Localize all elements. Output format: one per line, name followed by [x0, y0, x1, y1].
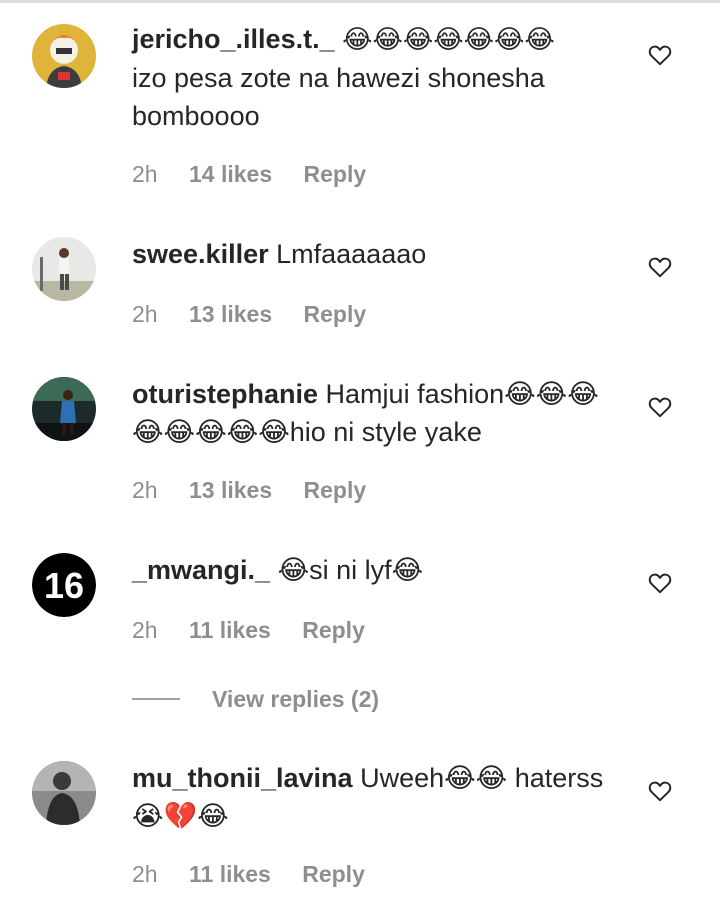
comment-time: 2h — [132, 301, 158, 327]
comment-text: _mwangi._ 😂si ni lyf😂 — [132, 551, 622, 589]
comment-body: _mwangi._ 😂si ni lyf😂 — [132, 551, 622, 589]
comment-message: 😂😂😂😂😂😂😂 — [342, 25, 555, 55]
avatar-number-text: 16 — [44, 565, 84, 606]
dark-photo-avatar-icon — [32, 377, 96, 441]
username-link[interactable]: swee.killer — [132, 239, 269, 269]
likes-count[interactable]: 13 likes — [189, 301, 272, 327]
username-link[interactable]: mu_thonii_lavina — [132, 763, 353, 793]
reply-button[interactable]: Reply — [302, 617, 365, 643]
comment-time: 2h — [132, 477, 158, 503]
cartoon-avatar-icon — [32, 24, 96, 88]
comment-body: swee.killer Lmfaaaaaao — [132, 235, 622, 273]
comment-text: oturistephanie Hamjui fashion😂😂😂😂😂😂😂😂hio… — [132, 375, 622, 451]
avatar[interactable] — [32, 237, 96, 301]
comment-time: 2h — [132, 161, 158, 187]
comment-meta: 2h 11 likes Reply — [132, 861, 365, 888]
reply-button[interactable]: Reply — [304, 161, 367, 187]
comment-meta: 2h 13 likes Reply — [132, 301, 366, 328]
username-link[interactable]: oturistephanie — [132, 379, 318, 409]
comment-message: 😂si ni lyf😂 — [277, 555, 424, 585]
likes-count[interactable]: 13 likes — [189, 477, 272, 503]
comment-text: jericho_.illes.t._ 😂😂😂😂😂😂😂 izo pesa zote… — [132, 20, 622, 135]
heart-outline-icon[interactable] — [647, 42, 673, 68]
heart-outline-icon[interactable] — [647, 394, 673, 420]
comment-meta: 2h 13 likes Reply — [132, 477, 366, 504]
view-replies-divider — [132, 698, 180, 700]
likes-count[interactable]: 11 likes — [189, 861, 271, 887]
comment-meta: 2h 11 likes Reply — [132, 617, 365, 644]
comment-body: mu_thonii_lavina Uweeh😂😂 haterss 😭💔😂 — [132, 759, 622, 835]
heart-outline-icon[interactable] — [647, 778, 673, 804]
comment-meta: 2h 14 likes Reply — [132, 161, 366, 188]
reply-button[interactable]: Reply — [304, 301, 367, 327]
heart-outline-icon[interactable] — [647, 570, 673, 596]
username-link[interactable]: _mwangi._ — [132, 555, 270, 585]
comment-body: jericho_.illes.t._ 😂😂😂😂😂😂😂 izo pesa zote… — [132, 20, 622, 135]
view-replies-button[interactable]: View replies (2) — [132, 684, 379, 714]
comment-text: mu_thonii_lavina Uweeh😂😂 haterss 😭💔😂 — [132, 759, 622, 835]
likes-count[interactable]: 14 likes — [189, 161, 272, 187]
person-photo-avatar-icon — [32, 237, 96, 301]
heart-outline-icon[interactable] — [647, 254, 673, 280]
avatar[interactable] — [32, 24, 96, 88]
comment-text: swee.killer Lmfaaaaaao — [132, 235, 622, 273]
avatar[interactable] — [32, 761, 96, 825]
number-16-avatar-icon: 16 — [32, 553, 96, 617]
grey-photo-avatar-icon — [32, 761, 96, 825]
avatar[interactable]: 16 — [32, 553, 96, 617]
top-divider — [0, 0, 720, 3]
likes-count[interactable]: 11 likes — [189, 617, 271, 643]
comment-message: Lmfaaaaaao — [276, 239, 427, 269]
comment-message-continued: izo pesa zote na hawezi shonesha bombooo… — [132, 63, 545, 131]
comment-time: 2h — [132, 861, 158, 887]
comment-time: 2h — [132, 617, 158, 643]
username-link[interactable]: jericho_.illes.t._ — [132, 24, 335, 54]
reply-button[interactable]: Reply — [304, 477, 367, 503]
avatar[interactable] — [32, 377, 96, 441]
comment-body: oturistephanie Hamjui fashion😂😂😂😂😂😂😂😂hio… — [132, 375, 622, 451]
view-replies-label: View replies (2) — [212, 685, 380, 712]
reply-button[interactable]: Reply — [302, 861, 365, 887]
